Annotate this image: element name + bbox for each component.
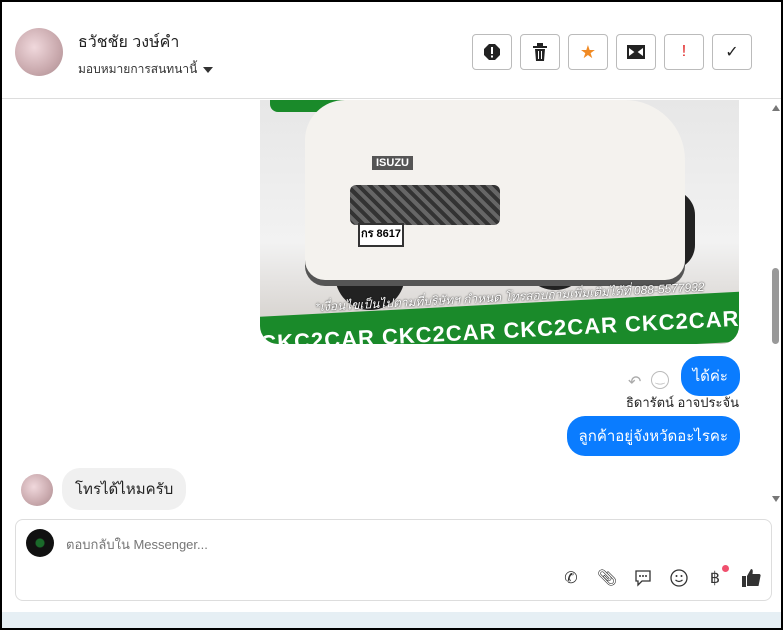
envelope-icon xyxy=(627,45,645,59)
car-photo-attachment[interactable]: ISUZU กร 8617 *เงื่อนไขเป็นไปตามที่บริษั… xyxy=(260,100,739,344)
contact-name: ธวัชชัย วงษ์คำ xyxy=(78,34,180,51)
report-button[interactable] xyxy=(472,34,512,70)
incoming-message: โทรได้ไหมครับ xyxy=(62,468,187,510)
sender-name: ธิดารัตน์ อาจประจัน xyxy=(625,395,739,410)
scroll-down-arrow[interactable] xyxy=(772,496,780,502)
done-button[interactable]: ✓ xyxy=(712,34,752,70)
react-emoji-icon[interactable]: ‿ xyxy=(651,371,669,389)
contact-avatar-small xyxy=(21,474,53,506)
notification-dot xyxy=(722,565,729,572)
reply-icon[interactable]: ↶ xyxy=(628,372,641,392)
bottom-strip xyxy=(2,612,781,628)
outgoing-message: ได้ค่ะ xyxy=(680,356,740,396)
scroll-up-arrow[interactable] xyxy=(772,105,780,111)
message-thread: ISUZU กร 8617 *เงื่อนไขเป็นไปตามที่บริษั… xyxy=(2,100,769,512)
attachment-icon[interactable]: 📎︎ xyxy=(597,568,617,588)
scrollbar[interactable] xyxy=(769,100,781,512)
messenger-window: ธวัชชัย วงษ์คำ มอบหมายการสนทนานี้ ★ ! ✓ … xyxy=(2,2,781,628)
call-add-icon[interactable]: ✆ xyxy=(561,568,581,588)
emoji-icon[interactable] xyxy=(669,568,689,588)
assign-label: มอบหมายการสนทนานี้ xyxy=(78,62,198,76)
exclamation-icon: ! xyxy=(681,43,687,60)
mark-unread-button[interactable] xyxy=(616,34,656,70)
contact-avatar[interactable] xyxy=(15,28,63,76)
star-icon: ★ xyxy=(579,41,597,62)
caret-down-icon xyxy=(203,66,214,73)
checkmark-icon: ✓ xyxy=(725,44,739,61)
saved-replies-icon[interactable] xyxy=(633,568,653,588)
reply-composer: ✆ 📎︎ ฿ xyxy=(15,519,772,601)
delete-button[interactable] xyxy=(520,34,560,70)
outgoing-message: ลูกค้าอยู่จังหวัดอะไรคะ xyxy=(566,416,740,456)
car-grill xyxy=(350,185,500,225)
scrollbar-thumb[interactable] xyxy=(772,268,779,344)
assign-conversation-dropdown[interactable]: มอบหมายการสนทนานี้ xyxy=(78,60,214,79)
octagon-alert-icon xyxy=(484,44,500,60)
trash-icon xyxy=(533,43,547,61)
star-button[interactable]: ★ xyxy=(568,34,608,70)
reply-input[interactable] xyxy=(66,537,566,552)
baht-payment-icon[interactable]: ฿ xyxy=(705,565,729,588)
page-avatar xyxy=(26,529,54,557)
thumbs-up-icon[interactable] xyxy=(741,568,761,588)
car-brand-logo: ISUZU xyxy=(372,156,413,170)
important-button[interactable]: ! xyxy=(664,34,704,70)
conversation-header: ธวัชชัย วงษ์คำ มอบหมายการสนทนานี้ ★ ! ✓ xyxy=(2,2,781,99)
license-plate: กร 8617 xyxy=(358,223,404,247)
